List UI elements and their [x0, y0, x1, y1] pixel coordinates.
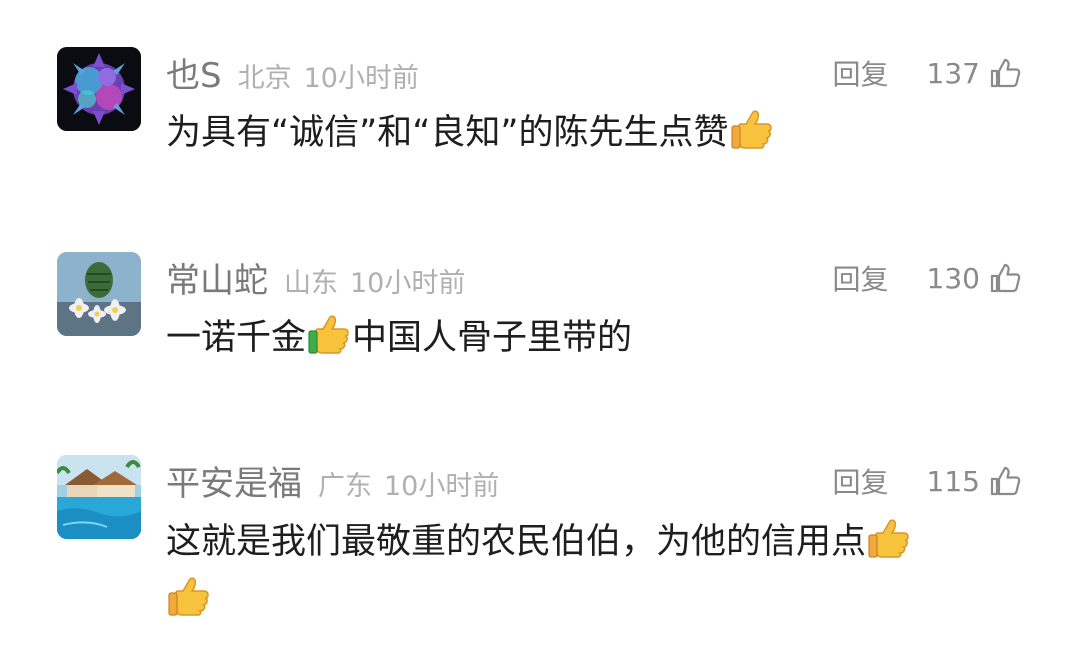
avatar[interactable]	[57, 455, 141, 539]
comment-text: 一诺千金 中国人骨子里带的	[166, 309, 1026, 367]
like-thumbs-up-icon[interactable]	[988, 464, 1022, 498]
comment-text-part: 中国人骨子里带的	[352, 318, 633, 358]
username[interactable]: 平安是福	[166, 456, 302, 505]
reply-button[interactable]: 回复	[833, 258, 889, 298]
avatar-image	[57, 252, 141, 336]
timestamp: 10小时前	[350, 268, 466, 299]
timestamp: 10小时前	[384, 471, 500, 502]
avatar[interactable]	[57, 252, 141, 336]
like-thumbs-up-icon[interactable]	[988, 56, 1022, 90]
comment-meta: 平安是福 广东 10小时前	[166, 456, 499, 506]
comment-text: 为具有“诚信”和“良知”的陈先生点赞	[166, 104, 1026, 162]
comment-meta: 也S 北京 10小时前	[166, 48, 419, 98]
location: 广东	[318, 471, 372, 502]
username[interactable]: 常山蛇	[166, 253, 268, 302]
like-thumbs-up-icon[interactable]	[988, 261, 1022, 295]
avatar-image	[57, 47, 141, 131]
thumbs-up-emoji-icon	[168, 577, 209, 616]
avatar-image	[57, 455, 141, 539]
reply-button[interactable]: 回复	[833, 53, 889, 93]
location: 北京	[237, 63, 292, 94]
thumbs-up-emoji-icon	[308, 315, 349, 354]
comment-actions: 回复 137	[833, 48, 1022, 98]
location: 山东	[284, 268, 338, 299]
like-count: 137	[926, 56, 980, 90]
thumbs-up-emoji-icon	[868, 519, 909, 558]
thumbs-up-emoji-icon	[730, 110, 772, 149]
reply-button[interactable]: 回复	[833, 461, 889, 501]
like-count: 115	[926, 464, 980, 498]
comment-actions: 回复 130	[833, 253, 1022, 303]
avatar[interactable]	[57, 47, 141, 131]
comment-text-part: 为具有“诚信”和“良知”的陈先生点赞	[166, 113, 729, 153]
comment-meta: 常山蛇 山东 10小时前	[166, 253, 465, 303]
comment-text: 这就是我们最敬重的农民伯伯，为他的信用点	[166, 513, 1026, 629]
comment-actions: 回复 115	[833, 456, 1022, 506]
comment-text-part: 一诺千金	[166, 318, 307, 358]
timestamp: 10小时前	[303, 63, 419, 94]
like-count: 130	[926, 261, 980, 295]
username[interactable]: 也S	[166, 48, 222, 97]
comment-text-part: 这就是我们最敬重的农民伯伯，为他的信用点	[166, 522, 867, 562]
